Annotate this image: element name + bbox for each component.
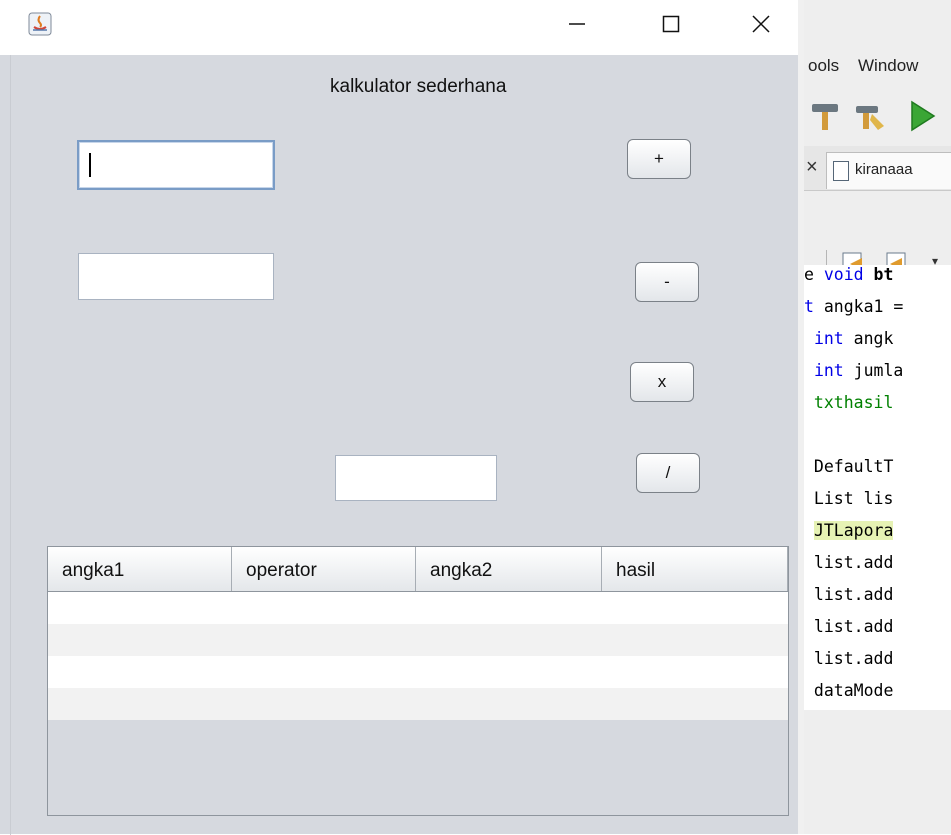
code-line: list.add [804,617,894,636]
clean-build-icon[interactable] [852,98,888,134]
maximize-icon [662,15,680,33]
menu-window[interactable]: Window [858,56,918,76]
code-line: e void bt [804,265,894,284]
code-line: list.add [804,585,894,604]
editor-tab[interactable]: kiranaaa [826,152,951,189]
angka2-input[interactable] [78,253,274,300]
column-header-operator[interactable]: operator [232,547,416,591]
table-row[interactable] [48,592,788,624]
code-line: DefaultT [804,457,894,476]
minimize-button[interactable] [550,2,604,46]
calculator-window: kalkulator sederhana + - x / angka1 oper… [0,0,804,835]
code-line: list.add [804,553,894,572]
title-bar [0,0,798,55]
java-file-icon [833,161,849,181]
ide-toolbar [804,90,951,146]
table-row[interactable] [48,688,788,720]
code-line: list.add [804,649,894,668]
table-header: angka1 operator angka2 hasil [48,547,788,592]
code-line: int jumla [813,361,904,380]
page-title: kalkulator sederhana [330,76,507,97]
maximize-button[interactable] [644,2,698,46]
text-caret [89,153,91,177]
minimize-icon [569,23,585,25]
subtract-button[interactable]: - [635,262,699,302]
column-header-hasil[interactable]: hasil [602,547,788,591]
code-line: int angk [813,329,894,348]
close-button[interactable] [734,2,788,46]
editor-tab-label: kiranaaa [855,161,913,178]
ide-background: ools Window × kiranaaa ▾ e void bt t ang… [804,0,951,834]
code-line: t angka1 = [804,297,904,316]
add-button[interactable]: + [627,139,691,179]
column-header-angka1[interactable]: angka1 [48,547,232,591]
code-line: List lis [804,489,894,508]
column-header-angka2[interactable]: angka2 [416,547,602,591]
menu-tools[interactable]: ools [808,56,839,76]
results-table[interactable]: angka1 operator angka2 hasil [47,546,789,816]
build-hammer-icon[interactable] [808,98,844,134]
editor-tabbar: × kiranaaa [804,146,951,191]
divide-button[interactable]: / [636,453,700,493]
java-app-icon [28,12,52,36]
multiply-button[interactable]: x [630,362,694,402]
ide-menubar: ools Window [804,44,951,84]
ide-bottom-panel [804,710,951,834]
code-line: txthasil [804,393,894,412]
window-border [10,55,11,835]
close-icon [752,15,770,33]
code-line: JTLapora [813,521,894,540]
table-row[interactable] [48,624,788,656]
result-field[interactable] [335,455,497,501]
table-row[interactable] [48,656,788,688]
angka1-input[interactable] [77,140,275,190]
run-project-icon[interactable] [904,98,940,134]
code-editor[interactable]: e void bt t angka1 = int angk int jumla … [804,265,951,710]
close-tab-icon[interactable]: × [806,156,818,179]
code-line: dataMode [804,681,894,700]
